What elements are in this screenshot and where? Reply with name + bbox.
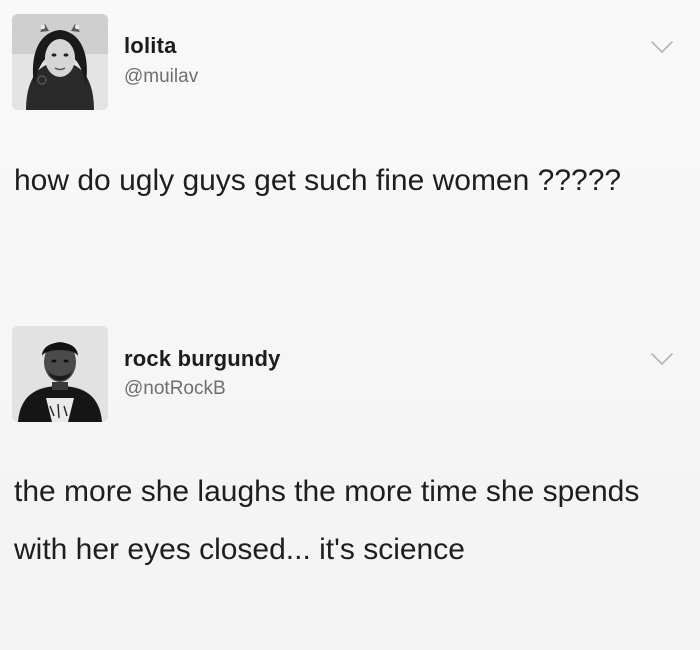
tweet-screenshot: lolita @muilav how do ugly guys get such… [0, 0, 700, 650]
user-photo-avatar-icon [12, 326, 108, 422]
chevron-down-icon[interactable] [650, 352, 674, 366]
avatar[interactable] [12, 326, 108, 422]
tweet-text: the more she laughs the more time she sp… [14, 475, 640, 566]
user-handle[interactable]: @muilav [124, 66, 198, 88]
user-handle[interactable]: @notRockB [124, 378, 226, 400]
tweet-text: how do ugly guys get such fine women ???… [14, 164, 622, 197]
chevron-down-icon[interactable] [650, 40, 674, 54]
tweet-card: lolita @muilav how do ugly guys get such… [0, 0, 700, 320]
tweet-card: rock burgundy @notRockB the more she lau… [0, 320, 700, 650]
avatar[interactable] [12, 14, 108, 110]
user-photo-avatar-icon [12, 14, 108, 110]
display-name[interactable]: rock burgundy [124, 346, 281, 372]
display-name[interactable]: lolita [124, 33, 177, 59]
